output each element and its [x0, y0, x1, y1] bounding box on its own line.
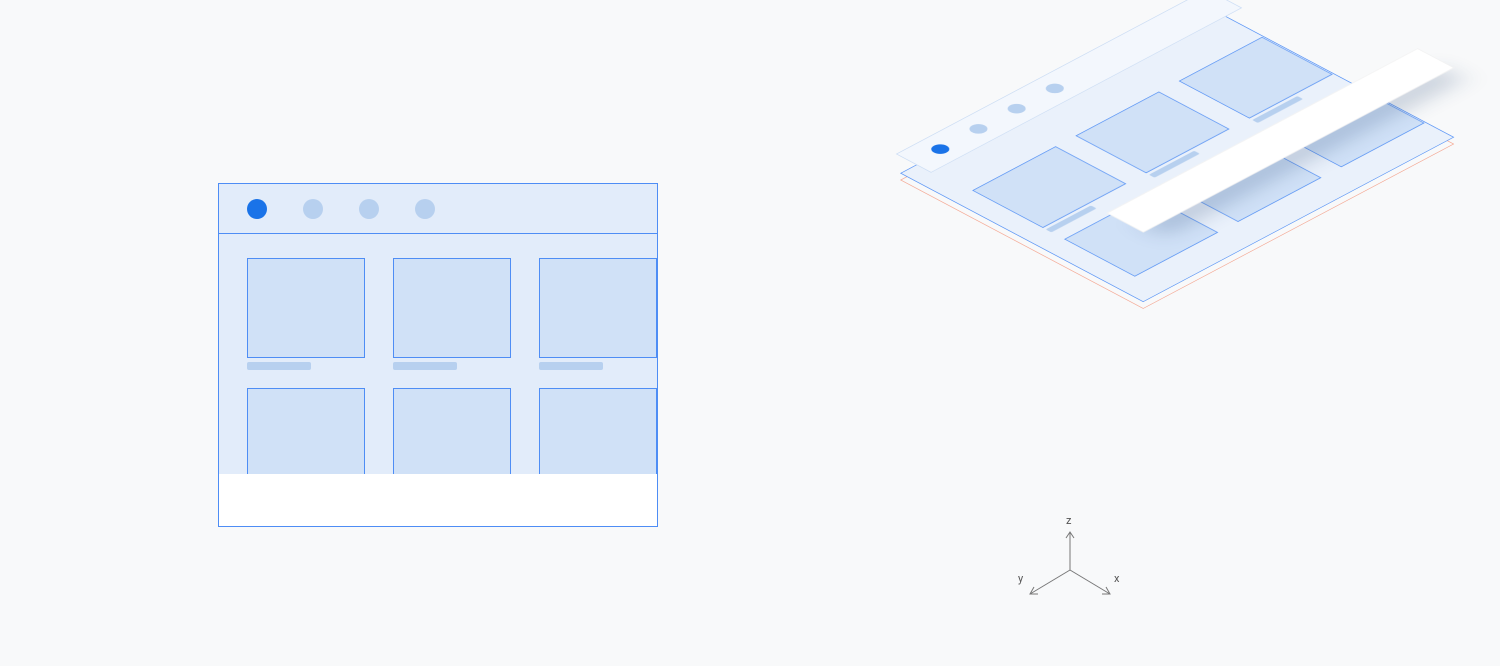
- tab-dot-1: [928, 142, 953, 155]
- axis-label-x: x: [1114, 572, 1119, 585]
- layer-surface-blue: [900, 8, 1454, 302]
- flat-browser-window: [218, 183, 658, 527]
- tab-dot-3: [1004, 102, 1029, 115]
- tab-dot-4: [415, 199, 435, 219]
- axis-label-z: z: [1066, 514, 1071, 527]
- tab-dot-1: [247, 199, 267, 219]
- tab-dot-4: [1042, 82, 1067, 95]
- tab-dot-2: [303, 199, 323, 219]
- card-caption: [247, 362, 311, 370]
- tab-dot-2: [966, 122, 991, 135]
- card: [247, 258, 365, 358]
- card: [247, 388, 365, 488]
- axis-label-y: y: [1018, 572, 1023, 585]
- card-caption: [393, 362, 457, 370]
- tab-dot-3: [359, 199, 379, 219]
- card: [393, 388, 511, 488]
- diagram-canvas: z y x: [0, 0, 1500, 666]
- card: [393, 258, 511, 358]
- axis-gizmo: z y x: [1010, 512, 1130, 632]
- axis-gizmo-icon: [1010, 512, 1130, 632]
- card: [539, 388, 657, 488]
- isometric-view: [780, 100, 1380, 550]
- flat-tab-bar: [219, 184, 657, 234]
- iso-card-grid: [935, 27, 1426, 287]
- flat-card-grid: [219, 234, 657, 488]
- flat-viewport: [219, 234, 657, 526]
- card: [539, 258, 657, 358]
- card-caption: [539, 362, 603, 370]
- flat-footer-overlay: [219, 474, 657, 526]
